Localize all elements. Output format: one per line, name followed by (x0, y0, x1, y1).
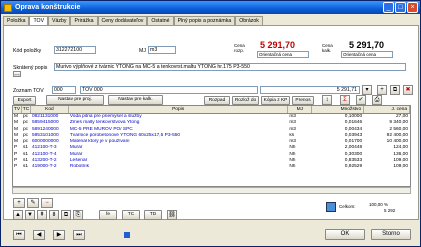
export-button[interactable]: Export (13, 96, 36, 105)
tab-strip: Položka TOV Väzby Prirážka Ceny dodávate… (3, 16, 263, 26)
prenos-button[interactable]: Prenos (292, 96, 314, 105)
celkom-value: 100,00 % (369, 202, 389, 207)
prev-record-icon[interactable]: ◀ (33, 230, 45, 240)
print-icon[interactable]: ⎙ (372, 95, 382, 105)
cena-kalk-label: Cena kalk. (322, 43, 333, 53)
cell-kod: 419000-T-2 (31, 164, 57, 170)
delete-row-icon[interactable]: − (41, 198, 53, 208)
tab-ostatne[interactable]: Ostatné (147, 16, 174, 25)
move-down-icon[interactable]: ▼ (25, 210, 35, 220)
cell-popis: Robotník (69, 164, 90, 170)
edit-row-icon[interactable]: ✎ (27, 198, 39, 208)
zoznam-value: 5 291,71 (260, 86, 360, 94)
tab-vazby[interactable]: Väzby (48, 16, 71, 25)
zoznam-label: Zoznam TOV (13, 88, 44, 94)
record-indicator-icon (124, 232, 130, 238)
cell-tc: s1 (22, 164, 29, 170)
cena-kalk-value: 5 291,70 (349, 40, 385, 50)
navigation-bar: ⏮ ◀ ▶ ⏭ OK Storno (3, 227, 419, 243)
td-button[interactable]: TD (144, 210, 162, 220)
table-row[interactable]: Ps1 419000-T-2 Robotník Nh 0,92529 109,00 (13, 164, 410, 170)
last-record-icon[interactable]: ⏭ (73, 230, 85, 240)
mj-field[interactable]: m3 (148, 46, 176, 54)
zoznam-name[interactable]: TOV 000 (80, 86, 258, 94)
move-up-icon[interactable]: ▲ (13, 210, 23, 220)
first-record-icon[interactable]: ⏮ (13, 230, 25, 240)
window-title: Oprava konštrukcie (15, 4, 81, 11)
tov-panel: Kód položky 312272100 MJ m3 Cena rozp. 5… (3, 25, 419, 220)
header-cena[interactable]: J. cena (364, 106, 410, 113)
sort-icon[interactable]: ↕ (322, 95, 332, 105)
grid-header: TV TC Kod Popis MJ Množstvo J. cena (13, 106, 410, 114)
close-button[interactable]: × (407, 2, 418, 13)
dropdown-icon[interactable]: ▾ (362, 85, 372, 95)
header-tc[interactable]: TC (22, 106, 31, 113)
header-mnozstvo[interactable]: Množstvo (312, 106, 365, 113)
tab-ceny-dodavatelov[interactable]: Ceny dodávateľov (97, 16, 148, 25)
title-bar: Oprava konštrukcie _ □ × (1, 1, 420, 14)
maximize-button[interactable]: □ (395, 2, 406, 13)
rozpad-button[interactable]: Rozpad (204, 96, 230, 105)
rozloz-do-button[interactable]: Rozlož do (232, 96, 259, 105)
celkom-sub: 5 292 (384, 208, 396, 213)
tc-button[interactable]: TC (122, 210, 140, 220)
copy-icon[interactable]: ⧉ (390, 85, 400, 95)
header-tv[interactable]: TV (13, 106, 22, 113)
check-icon[interactable]: ✔ (356, 95, 366, 105)
chart-icon (326, 202, 336, 212)
cena-rozp-label: Cena rozp. (234, 43, 245, 53)
cell-mj: Nh (289, 164, 296, 170)
kod-label: Kód položky (13, 48, 42, 54)
add-icon[interactable]: + (377, 85, 387, 95)
zoznam-code[interactable]: 000 (52, 86, 76, 94)
minimize-button[interactable]: _ (383, 2, 394, 13)
grid-hscrollbar[interactable] (12, 187, 411, 194)
tab-obrazok[interactable]: Obrázok (235, 16, 263, 25)
kod-field[interactable]: 312272100 (54, 46, 96, 54)
link-icon[interactable]: ⛓ (167, 210, 177, 220)
nastav-proj-button[interactable]: Nastav pre proj. (46, 95, 104, 105)
cena-kalk-type[interactable]: Orientačná cena (341, 51, 393, 58)
celkom-label: Celkom: (339, 204, 356, 209)
header-mj[interactable]: MJ (288, 106, 313, 113)
tov-grid: TV TC Kod Popis MJ Množstvo J. cena Mpc 0… (12, 105, 411, 187)
storno-button[interactable]: Storno (371, 229, 411, 240)
kopia-kp-button[interactable]: Kópia z KP (261, 96, 290, 105)
cell-cena: 109,00 (393, 164, 409, 170)
add-row-icon[interactable]: + (13, 198, 25, 208)
insert-before-icon[interactable]: ⇞ (37, 210, 47, 220)
header-popis[interactable]: Popis (69, 106, 289, 113)
delete-icon[interactable]: ✖ (403, 85, 413, 95)
cena-rozp-type[interactable]: Orientačná cena (257, 51, 309, 58)
copy-row-icon[interactable]: ⧉ (61, 210, 71, 220)
cena-rozp-value: 5 291,70 (260, 40, 296, 50)
sum-icon[interactable]: Σ (340, 95, 350, 105)
popis-expand-button[interactable]: … (13, 71, 21, 77)
popis-field[interactable]: Murivo výplňové z tvárnic YTONG na MC-5 … (54, 63, 406, 71)
dialog-window: Oprava konštrukcie _ □ × Položka TOV Väz… (0, 0, 421, 247)
nastav-kalk-button[interactable]: Nastav pre kalk. (108, 95, 163, 105)
insert-after-icon[interactable]: ⇟ (49, 210, 59, 220)
grid-body: Mpc 0821131000 Voda pitná pre priemysel a … (13, 114, 410, 171)
app-icon (4, 3, 12, 12)
next-record-icon[interactable]: ▶ (53, 230, 65, 240)
cell-tv: P (14, 164, 18, 170)
header-kod[interactable]: Kod (31, 106, 69, 113)
paste-row-icon[interactable]: ⎘ (73, 210, 83, 220)
fe-button[interactable]: fe (99, 210, 117, 220)
mj-label: MJ (139, 48, 146, 54)
tab-plny-popis[interactable]: Plný popis a poznámka (173, 16, 236, 25)
tab-prirazka[interactable]: Prirážka (70, 16, 98, 25)
cell-mnozstvo: 0,92529 (344, 164, 363, 170)
ok-button[interactable]: OK (325, 229, 365, 240)
tab-polozka[interactable]: Položka (3, 16, 30, 25)
